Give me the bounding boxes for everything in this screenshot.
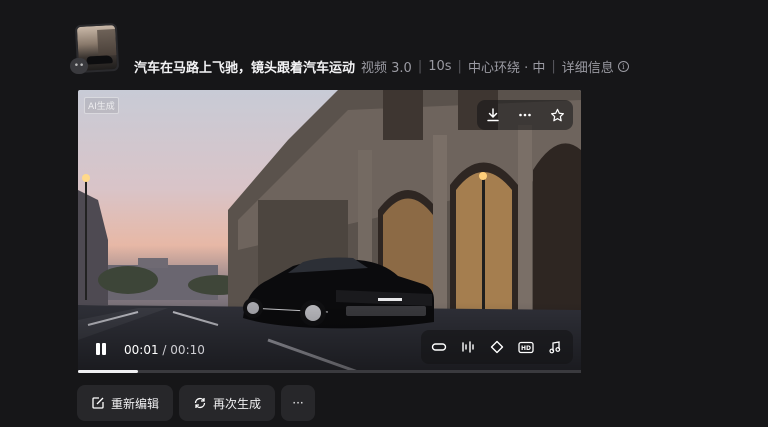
pause-button[interactable] — [94, 342, 108, 356]
ai-generated-tag: AI生成 — [84, 97, 119, 114]
progress-fill — [78, 370, 139, 373]
svg-text:HD: HD — [521, 345, 531, 352]
regenerate-label: 再次生成 — [213, 396, 262, 411]
time-separator: / — [162, 343, 167, 357]
details-link[interactable]: 详细信息 — [562, 57, 614, 76]
more-options-label: ··· — [292, 396, 304, 410]
total-time: 00:10 — [170, 343, 205, 357]
progress-bar[interactable] — [78, 370, 581, 373]
loop-icon[interactable] — [428, 336, 450, 358]
reedit-label: 重新编辑 — [111, 396, 160, 411]
enhance-icon[interactable] — [486, 336, 508, 358]
info-icon[interactable]: i — [617, 60, 629, 72]
music-icon[interactable] — [544, 336, 566, 358]
audio-adjust-icon[interactable] — [457, 336, 479, 358]
hd-icon[interactable]: HD — [515, 336, 537, 358]
edit-icon — [91, 396, 105, 410]
prompt-title: 汽车在马路上飞驰，镜头跟着汽车运动 — [134, 60, 356, 76]
video-bottom-toolbar: HD — [421, 330, 573, 364]
more-icon[interactable] — [514, 104, 536, 126]
thumbnail-building — [97, 28, 119, 56]
time-display: 00:01 / 00:10 — [124, 343, 205, 357]
regenerate-button[interactable]: 再次生成 — [179, 385, 276, 421]
download-icon[interactable] — [482, 104, 504, 126]
more-options-button[interactable]: ··· — [281, 385, 316, 421]
prompt-header: 汽车在马路上飞驰，镜头跟着汽车运动 视频 3.0 | 10s | 中心环绕 · … — [134, 56, 629, 76]
video-top-toolbar — [477, 100, 573, 130]
divider: | — [417, 58, 423, 74]
current-time: 00:01 — [124, 343, 159, 357]
duration-label: 10s — [428, 58, 452, 74]
action-buttons: 重新编辑 再次生成 ··· — [77, 385, 316, 421]
refresh-icon — [193, 396, 207, 410]
camera-label: 中心环绕 · 中 — [467, 60, 546, 76]
model-label: 视频 3.0 — [361, 60, 412, 76]
reedit-button[interactable]: 重新编辑 — [77, 385, 174, 421]
divider: | — [551, 58, 556, 74]
generation-card: •• 汽车在马路上飞驰，镜头跟着汽车运动 视频 3.0 | 10s | 中心环绕… — [0, 0, 768, 427]
video-player[interactable]: AI生成 00:01 / 00:10 HD — [78, 90, 581, 372]
star-icon[interactable] — [546, 104, 568, 126]
thumbnail-car — [86, 55, 113, 65]
thumbnail-badge: •• — [70, 58, 88, 74]
divider: | — [457, 58, 462, 74]
